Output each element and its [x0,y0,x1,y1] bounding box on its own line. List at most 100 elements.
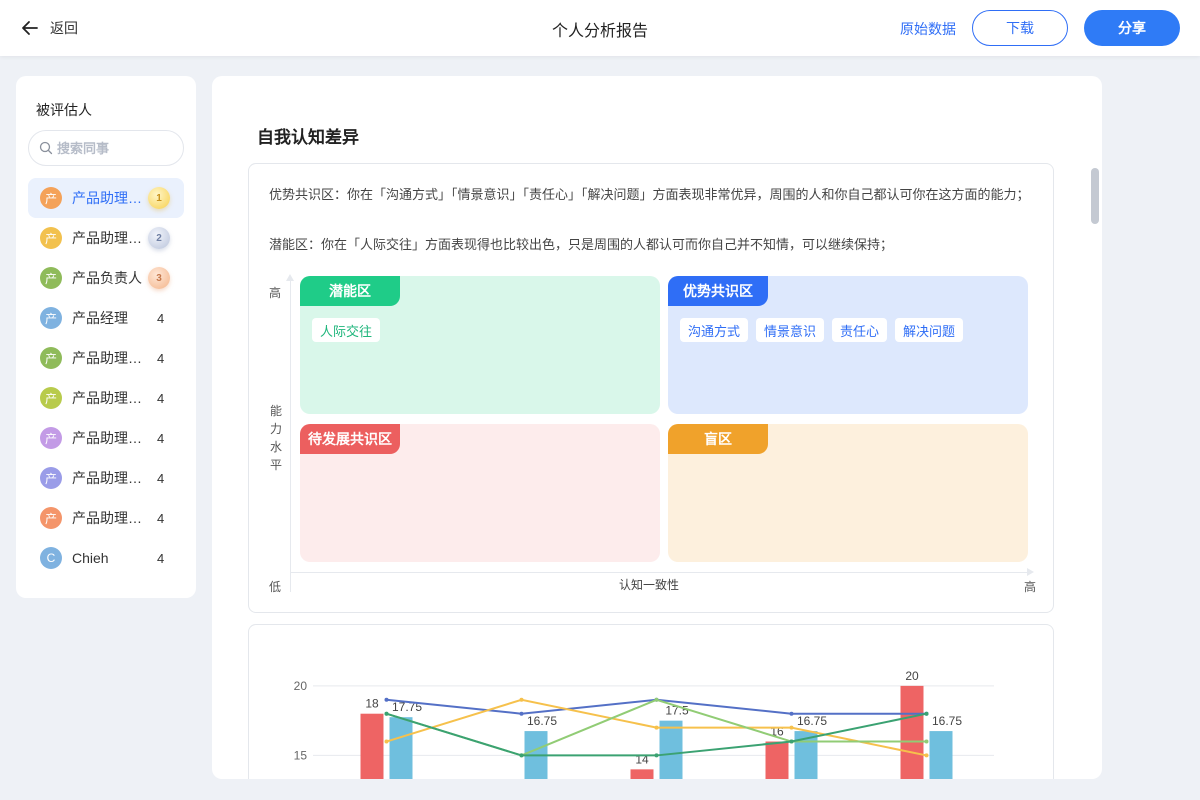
person-rank: 4 [157,350,165,366]
person-item[interactable]: 产产品助理小周 4 [28,418,184,458]
quadrant-develop: 待发展共识区 [300,424,660,562]
person-item[interactable]: 产产品助理小王1 [28,178,184,218]
download-button[interactable]: 下载 [972,10,1068,46]
person-name: 产品助理小吴 [72,470,144,486]
data-point [654,753,659,758]
person-rank: 4 [157,390,165,406]
search-icon [39,141,53,155]
bar [360,713,384,779]
quadrant-advantage: 优势共识区 沟通方式 情景意识 责任心 解决问题 [668,276,1028,414]
avatar: 产 [40,467,62,489]
data-point [384,739,389,744]
person-item[interactable]: 产产品助理小张 4 [28,338,184,378]
skill-tag: 沟通方式 [680,318,749,342]
top-bar: 返回 个人分析报告 原始数据 下载 分享 [0,0,1200,56]
avatar: 产 [40,427,62,449]
person-item[interactable]: 产产品助理小郑 4 [28,498,184,538]
back-button[interactable]: 返回 [20,16,78,40]
data-point [789,725,794,730]
skill-tag: 情景意识 [756,318,825,342]
person-item[interactable]: 产产品负责人 3 [28,258,184,298]
bar [765,741,789,779]
self-awareness-card: 优势共识区：你在「沟通方式」「情景意识」「责任心」「解决问题」方面表现非常优异，… [248,163,1054,613]
arrow-left-icon [22,21,38,35]
data-point [789,711,794,716]
bar [900,685,924,779]
person-name: 产品助理小王 [72,190,144,206]
data-point [384,697,389,702]
data-point [384,711,389,716]
person-name: Chieh [72,550,109,566]
y-tick-label: 20 [294,679,308,693]
data-point [789,739,794,744]
y-axis-title: 能力水平 [269,404,282,472]
medal-gold-icon: 1 [148,187,170,209]
person-name: 产品负责人 [72,270,142,286]
quadrant-develop-label: 待发展共识区 [300,424,400,454]
series-line [386,712,927,757]
bar-value-label: 16.75 [527,714,557,728]
skill-tag: 解决问题 [895,318,964,342]
person-rank: 4 [157,310,165,326]
potential-description: 潜能区：你在「人际交往」方面表现得也比较出色，只是周围的人都认可而你自己并不知情… [269,237,894,252]
y-axis-line [290,276,291,592]
search-input[interactable] [57,140,167,156]
quadrant-advantage-label: 优势共识区 [668,276,768,306]
medal-silver-icon: 2 [148,227,170,249]
data-point [654,697,659,702]
person-item[interactable]: 产产品助理小李2 [28,218,184,258]
person-item[interactable]: 产产品助理小吴 4 [28,458,184,498]
person-rank: 4 [157,550,165,566]
data-point [924,753,929,758]
data-point [924,711,929,716]
bar-value-label: 16.75 [932,714,962,728]
person-name: 产品助理小赵 [72,390,144,406]
quadrant-potential: 潜能区 人际交往 [300,276,660,414]
section-title: 自我认知差异 [257,128,359,147]
avatar: 产 [40,507,62,529]
avatar: 产 [40,387,62,409]
share-button[interactable]: 分享 [1084,10,1180,46]
skill-tag: 责任心 [832,318,888,342]
y-tick-label: 15 [294,748,308,762]
raw-data-link[interactable]: 原始数据 [900,19,956,39]
quadrant-advantage-tags: 沟通方式 情景意识 责任心 解决问题 [680,318,964,342]
report-panel: 自我认知差异 优势共识区：你在「沟通方式」「情景意识」「责任心」「解决问题」方面… [212,76,1102,779]
person-name: 产品经理 [72,310,128,326]
quadrant-potential-tags: 人际交往 [312,318,381,342]
y-axis-high-label: 高 [269,286,282,300]
data-point [654,725,659,730]
x-axis-arrow [1027,568,1034,576]
scrollbar-thumb[interactable] [1091,168,1099,224]
person-item[interactable]: C Chieh 4 [28,538,184,578]
quadrant-blind-label: 盲区 [668,424,768,454]
bar-value-label: 20 [905,669,919,683]
x-axis-high-label: 高 [1024,580,1037,594]
person-rank: 4 [157,430,165,446]
score-chart: 101520181014162017.7516.7517.516.7516.75 [294,669,994,779]
medal-bronze-icon: 3 [148,267,170,289]
y-axis-low-label: 低 [269,580,282,594]
person-name: 产品助理小张 [72,350,144,366]
bar [630,769,654,779]
avatar: 产 [40,347,62,369]
avatar: C [40,547,62,569]
person-list: 产产品助理小王1产产品助理小李2产产品负责人3产产品经理4产产品助理小张4产产品… [28,178,184,578]
data-point [519,753,524,758]
sidebar-title: 被评估人 [36,102,92,118]
search-box [28,130,184,166]
avatar: 产 [40,187,62,209]
data-point [519,697,524,702]
data-point [924,739,929,744]
bar-value-label: 18 [365,697,379,711]
avatar: 产 [40,267,62,289]
person-item[interactable]: 产产品助理小赵 4 [28,378,184,418]
person-name: 产品助理小李 [72,230,144,246]
bar [659,720,683,779]
series-line [386,698,927,715]
advantage-description: 优势共识区：你在「沟通方式」「情景意识」「责任心」「解决问题」方面表现非常优异，… [269,187,1030,202]
x-axis-line [290,572,1030,573]
person-item[interactable]: 产产品经理 4 [28,298,184,338]
bar [929,731,953,779]
quadrant-blind: 盲区 [668,424,1028,562]
